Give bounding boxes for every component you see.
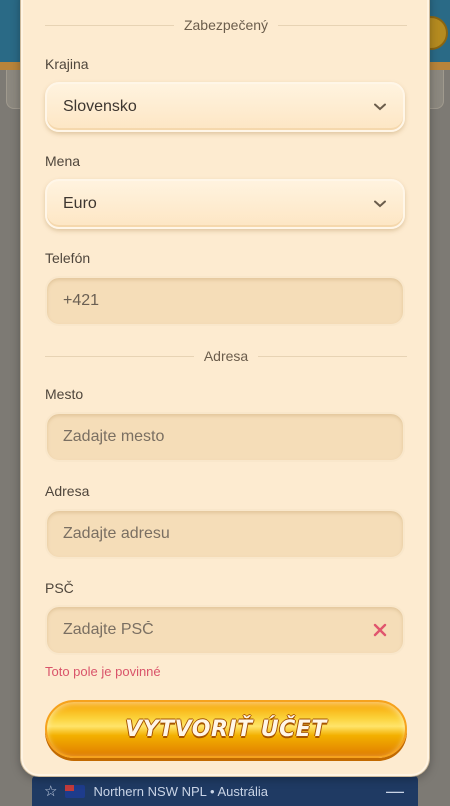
star-icon: ☆ (44, 783, 58, 800)
chevron-down-icon (373, 100, 387, 114)
phone-input[interactable] (63, 292, 387, 310)
registration-modal: Zabezpečený Krajina Slovensko Mena Euro … (21, 0, 429, 776)
divider-line (258, 355, 408, 357)
postal-error-message: Toto pole je povinné (45, 664, 161, 679)
create-account-button[interactable]: VYTVORIŤ ÚČET (45, 700, 407, 758)
chevron-down-icon (373, 197, 387, 211)
collapse-icon: — (386, 780, 404, 801)
phone-field[interactable] (45, 276, 405, 326)
australia-flag-icon (65, 784, 86, 798)
postal-label: PSČ (45, 580, 74, 596)
section-title-address: Adresa (203, 348, 249, 364)
country-value: Slovensko (63, 98, 137, 115)
city-label: Mesto (45, 386, 84, 402)
section-divider-secure: Zabezpečený (45, 16, 407, 34)
divider-line (45, 355, 194, 357)
league-name: Northern NSW NPL • Austrália (93, 783, 269, 799)
currency-select[interactable]: Euro (45, 179, 405, 229)
city-input[interactable] (63, 428, 387, 446)
section-title-secure: Zabezpečený (183, 17, 269, 33)
phone-label: Telefón (45, 250, 91, 266)
city-field[interactable] (45, 412, 405, 462)
currency-value: Euro (63, 195, 97, 212)
address-input[interactable] (63, 525, 387, 543)
address-label: Adresa (45, 483, 90, 499)
address-field[interactable] (45, 509, 405, 559)
currency-label: Mena (45, 153, 81, 169)
postal-field[interactable] (45, 605, 405, 655)
divider-line (278, 24, 407, 26)
league-bar: ☆ Northern NSW NPL • Austrália — (32, 776, 418, 806)
divider-line (45, 24, 174, 26)
clear-icon[interactable] (373, 623, 387, 637)
section-divider-address: Adresa (45, 347, 408, 365)
country-select[interactable]: Slovensko (45, 82, 405, 132)
postal-input[interactable] (63, 621, 365, 639)
country-label: Krajina (45, 56, 89, 72)
create-account-label: VYTVORIŤ ÚČET (125, 716, 327, 742)
